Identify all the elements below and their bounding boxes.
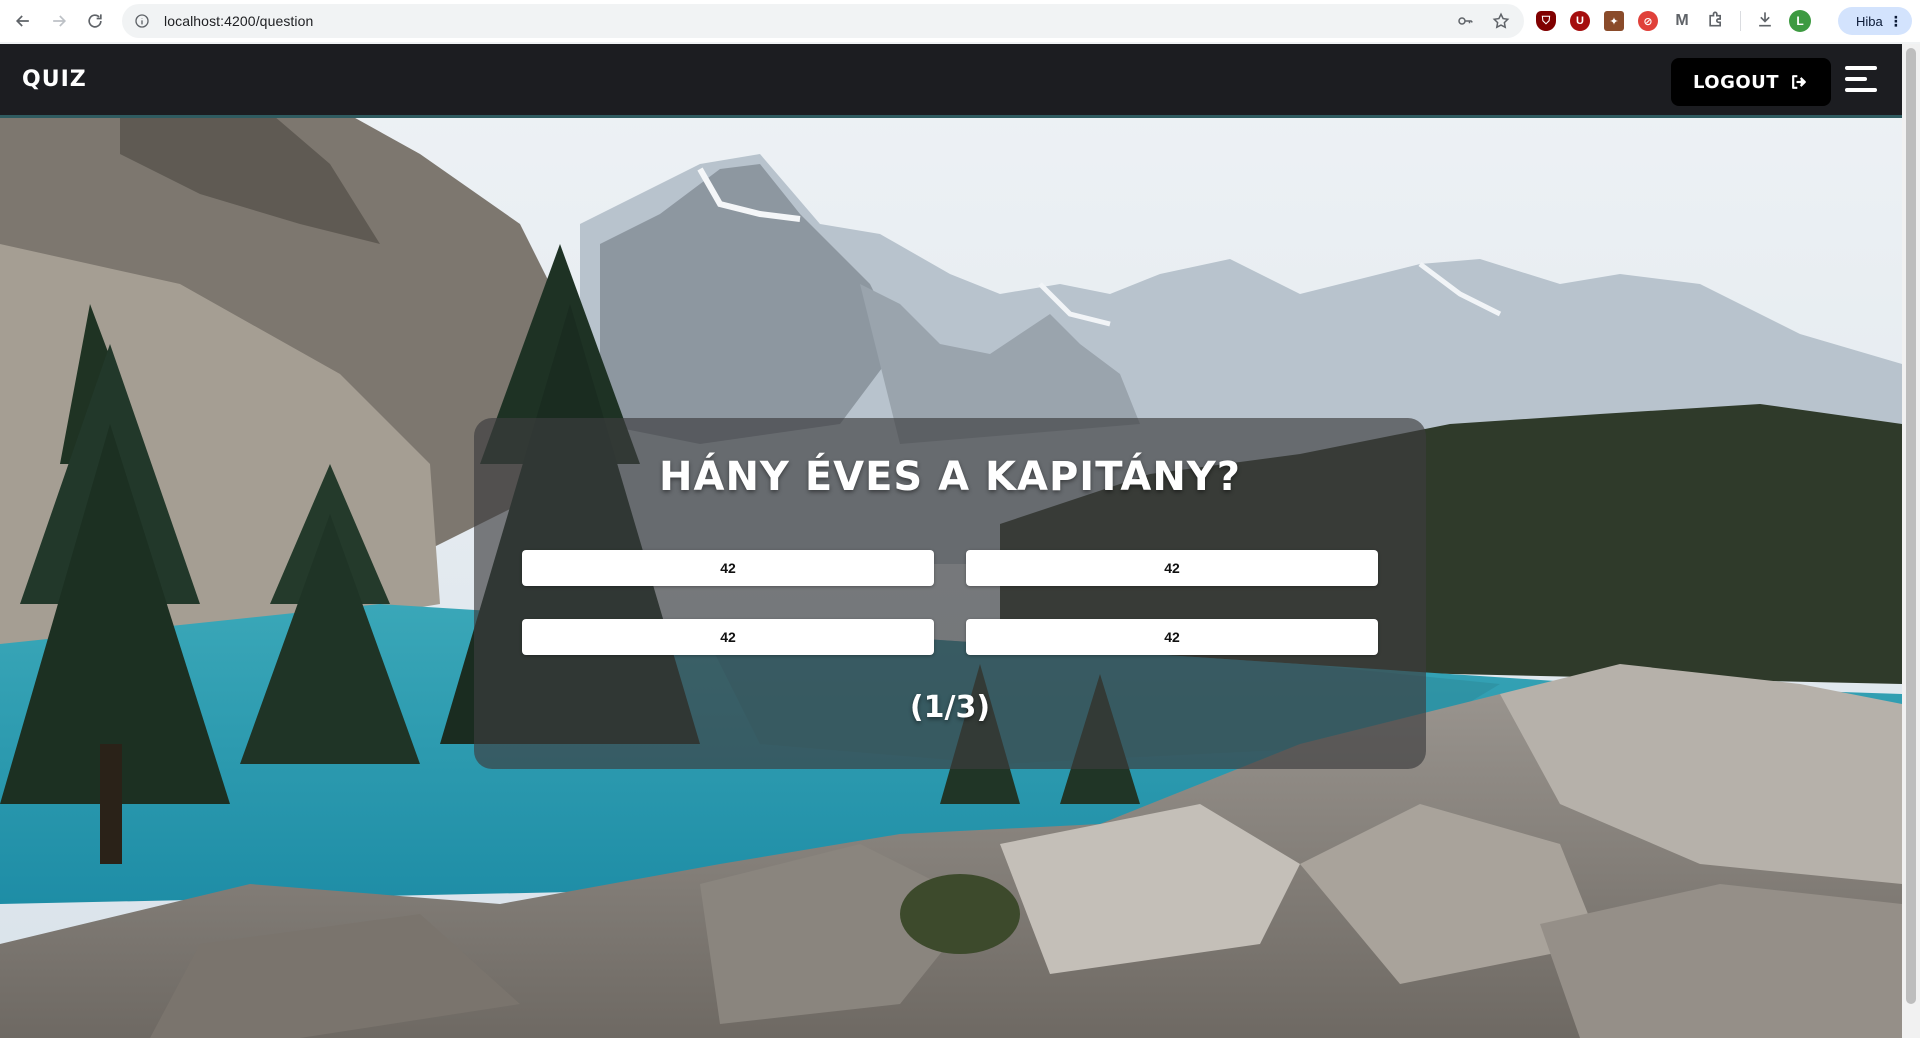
back-button[interactable]	[6, 4, 40, 38]
password-key-icon[interactable]	[1456, 12, 1474, 30]
profile-avatar[interactable]: L	[1789, 10, 1811, 32]
hamburger-menu-icon[interactable]	[1845, 66, 1877, 94]
browser-toolbar: localhost:4200/question ⛉ U ✦ ⊘ M L Hiba…	[0, 0, 1920, 42]
answer-button-4[interactable]: 42	[966, 619, 1378, 655]
arrow-right-icon	[53, 15, 67, 27]
nav-buttons	[6, 4, 112, 38]
reload-button[interactable]	[78, 4, 112, 38]
error-badge-label: Hiba	[1856, 13, 1883, 29]
arrow-left-icon	[15, 15, 29, 27]
toolbar-divider	[1740, 11, 1741, 31]
extensions-bar: ⛉ U ✦ ⊘ M L	[1536, 4, 1811, 38]
page-viewport: QUIZ LOGOUT HÁNY ÉVES A KAPITÁNY? 42 42 …	[0, 44, 1902, 1038]
answer-button-3[interactable]: 42	[522, 619, 934, 655]
extension-brown-icon[interactable]: ✦	[1604, 11, 1624, 31]
logout-label: LOGOUT	[1692, 71, 1780, 93]
question-title: HÁNY ÉVES A KAPITÁNY?	[659, 454, 1241, 500]
address-bar-actions	[1456, 4, 1510, 38]
question-progress: (1/3)	[909, 690, 991, 725]
url-text[interactable]: localhost:4200/question	[164, 13, 313, 29]
page-scrollbar[interactable]	[1902, 44, 1920, 1038]
answer-button-1[interactable]: 42	[522, 550, 934, 586]
question-card: HÁNY ÉVES A KAPITÁNY? 42 42 42 42 (1/3)	[474, 418, 1426, 769]
menu-line-top	[1845, 66, 1877, 70]
menu-line-middle	[1845, 77, 1867, 81]
ublock-icon[interactable]: U	[1570, 11, 1590, 31]
forward-button[interactable]	[42, 4, 76, 38]
answer-button-2[interactable]: 42	[966, 550, 1378, 586]
extension-m-icon[interactable]: M	[1672, 11, 1692, 31]
menu-line-bottom	[1845, 88, 1877, 92]
logout-button[interactable]: LOGOUT	[1671, 58, 1831, 106]
download-icon[interactable]	[1755, 9, 1775, 34]
sign-out-icon	[1789, 72, 1809, 92]
error-badge-button[interactable]: Hiba ⋮	[1838, 7, 1912, 35]
app-navbar: QUIZ LOGOUT	[0, 44, 1902, 118]
scrollbar-thumb[interactable]	[1906, 48, 1916, 1004]
brand-logo[interactable]: QUIZ	[22, 67, 87, 92]
bookmark-star-icon[interactable]	[1492, 12, 1510, 30]
reload-icon	[88, 14, 102, 28]
extensions-puzzle-icon[interactable]	[1706, 9, 1726, 34]
extension-red-icon[interactable]: ⊘	[1638, 11, 1658, 31]
info-icon[interactable]	[134, 13, 150, 29]
kebab-menu-icon: ⋮	[1888, 12, 1903, 29]
ublock-origin-icon[interactable]: ⛉	[1536, 11, 1556, 31]
address-bar[interactable]: localhost:4200/question	[122, 4, 1524, 38]
